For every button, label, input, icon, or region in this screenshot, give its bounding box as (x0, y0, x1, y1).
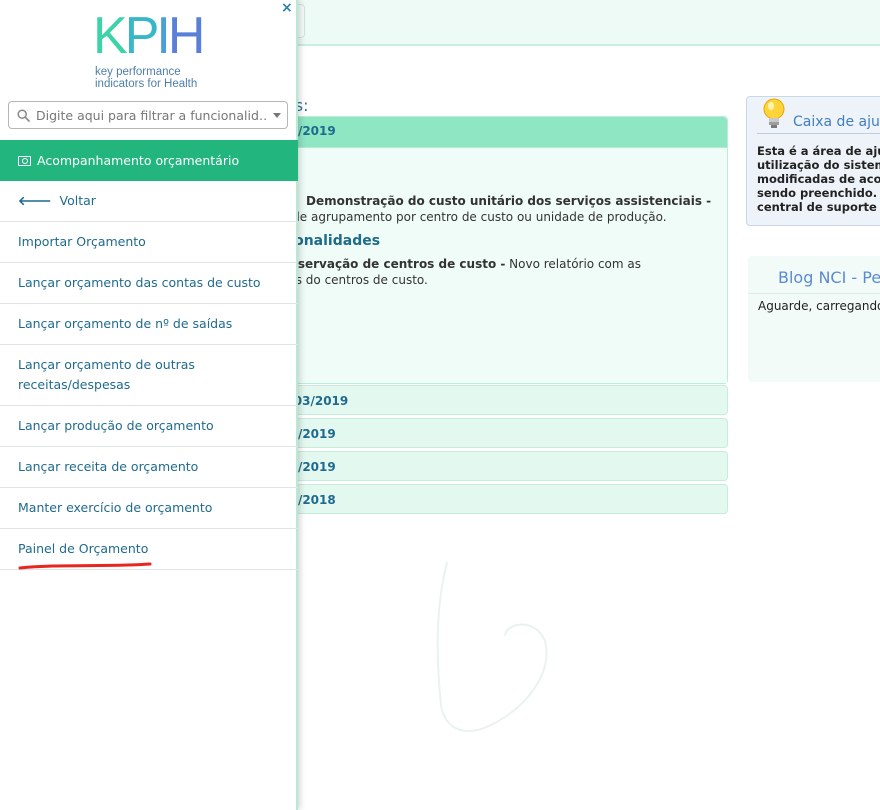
close-sidebar-button[interactable]: × (281, 0, 293, 16)
release-panel-expanded: - 25/03/2019 Demonstração do custo unitá… (230, 116, 728, 384)
back-label: Voltar (59, 193, 96, 208)
sidebar: × KPIH key performance indicators for He… (0, 0, 298, 810)
module-header[interactable]: Acompanhamento orçamentário (0, 140, 298, 181)
back-button[interactable]: 🡐 Voltar (0, 181, 298, 222)
menu-item-lancar-orcamento-contas-custo[interactable]: Lançar orçamento das contas de custo (0, 263, 298, 304)
release-header[interactable]: - 22/01/2019 (230, 451, 728, 481)
release-entry-2: observação de centros de custo - Novo re… (281, 257, 641, 271)
release-header[interactable]: - 13/12/2018 (230, 484, 728, 514)
help-box-title: Caixa de aju (793, 114, 880, 130)
help-line: modificadas de acord (757, 172, 880, 186)
search-icon (17, 109, 30, 122)
release-entry-title: Demonstração do custo unitário dos servi… (306, 194, 712, 208)
handwritten-mark (436, 562, 548, 732)
module-title: Acompanhamento orçamentário (37, 153, 240, 168)
help-box: Caixa de aju Esta é a área de ajud utili… (746, 96, 880, 226)
help-line: Esta é a área de ajud (757, 144, 880, 158)
help-line: central de suporte ul (757, 200, 880, 214)
release-entry-2-title: observação de centros de custo - (281, 257, 506, 271)
divider (748, 293, 880, 294)
menu-item-importar-orcamento[interactable]: Importar Orçamento (0, 222, 298, 263)
release-entry-2-continuation: ões do centros de custo. (281, 273, 428, 287)
menu-item-lancar-receita[interactable]: Lançar receita de orçamento (0, 447, 298, 488)
blog-title: Blog NCI - Pe (778, 268, 880, 287)
feature-filter-select[interactable]: Digite aqui para filtrar a funcionalid… (8, 101, 288, 129)
release-entry-2-text: Novo relatório com as (505, 257, 642, 271)
release-header[interactable]: - 25/03/2019 (231, 117, 727, 147)
menu-item-lancar-orcamento-outras[interactable]: Lançar orçamento de outras receitas/desp… (0, 345, 298, 406)
help-box-text: Esta é a área de ajud utilização do sist… (757, 144, 880, 214)
divider (757, 133, 880, 134)
kpih-logo: KPIH key performance indicators for Heal… (90, 10, 220, 94)
menu-item-manter-exercicio[interactable]: Manter exercício de orçamento (0, 488, 298, 529)
arrow-left-icon: 🡐 (18, 193, 52, 208)
logo-wordmark: KPIH (93, 7, 205, 65)
release-entry-description: o de agrupamento por centro de custo ou … (281, 210, 667, 224)
release-body: Demonstração do custo unitário dos servi… (231, 147, 727, 383)
blog-box: Blog NCI - Pe Aguarde, carregando (748, 256, 880, 382)
help-line: utilização do sistema (757, 158, 880, 172)
menu-item-lancar-producao[interactable]: Lançar produção de orçamento (0, 406, 298, 447)
release-header[interactable]: 4 - 17/03/2019 (230, 385, 728, 415)
money-icon (18, 156, 31, 166)
lightbulb-icon (763, 98, 785, 128)
chevron-down-icon[interactable] (273, 113, 281, 118)
red-underline-annotation (18, 562, 152, 570)
logo-subtitle: key performance indicators for Health (95, 66, 198, 90)
menu-item-lancar-orcamento-saidas[interactable]: Lançar orçamento de nº de saídas (0, 304, 298, 345)
help-line: sendo preenchido. P (757, 186, 880, 200)
blog-loading-text: Aguarde, carregando (758, 299, 880, 313)
filter-placeholder: Digite aqui para filtrar a funcionalid… (36, 108, 266, 123)
release-header[interactable]: - 04/02/2019 (230, 418, 728, 448)
